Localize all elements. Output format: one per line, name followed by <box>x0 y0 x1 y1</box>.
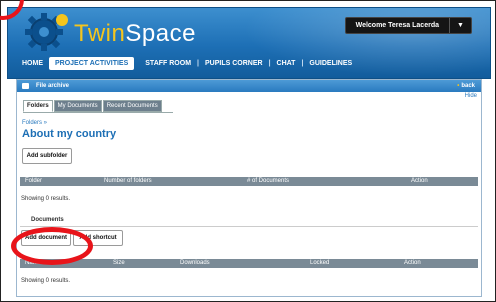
gear-logo-icon <box>25 13 68 51</box>
col-locked[interactable]: Locked <box>310 260 329 266</box>
col-folder[interactable]: Folder <box>25 178 42 184</box>
nav-staff-room[interactable]: STAFF ROOM <box>140 60 196 67</box>
col-num-documents[interactable]: # of Documents <box>247 178 289 184</box>
hide-link[interactable]: Hide <box>465 93 477 99</box>
nav-home[interactable]: HOME <box>16 57 49 70</box>
user-menu[interactable]: Welcome Teresa Lacerda ▼ <box>344 17 472 34</box>
documents-empty-text: Showing 0 results. <box>21 278 71 284</box>
main-nav: HOME PROJECT ACTIVITIES STAFF ROOM | PUP… <box>8 55 357 71</box>
page-title: About my country <box>22 128 117 140</box>
chevron-down-icon[interactable]: ▼ <box>449 18 471 33</box>
back-label: back <box>461 83 475 89</box>
nav-project-activities[interactable]: PROJECT ACTIVITIES <box>49 56 135 70</box>
panel-header: File archive • back <box>17 80 481 92</box>
back-dot: • <box>457 83 460 89</box>
col-size[interactable]: Size <box>113 260 125 266</box>
logo-twin: Twin <box>74 20 126 47</box>
welcome-text: Welcome Teresa Lacerda <box>355 22 439 29</box>
panel-title: File archive <box>36 83 70 89</box>
back-link[interactable]: • back <box>457 83 475 89</box>
nav-chat[interactable]: CHAT <box>272 60 301 67</box>
tab-recent-documents[interactable]: Recent Documents <box>102 100 162 112</box>
folder-icon <box>22 83 29 89</box>
breadcrumb[interactable]: Folders » <box>22 120 47 126</box>
logo-space: Space <box>125 20 196 47</box>
col-number-of-folders[interactable]: Number of folders <box>104 178 152 184</box>
col-action: Action <box>411 178 428 184</box>
col-downloads[interactable]: Downloads <box>180 260 210 266</box>
red-annotation-oval <box>11 227 93 265</box>
col-action: Action <box>404 260 421 266</box>
nav-guidelines[interactable]: GUIDELINES <box>304 60 357 67</box>
folders-empty-text: Showing 0 results. <box>21 196 71 202</box>
site-header: TwinSpace Welcome Teresa Lacerda ▼ HOME … <box>7 7 491 79</box>
folders-table-header: Folder Number of folders # of Documents … <box>20 177 478 186</box>
tab-my-documents[interactable]: My Documents <box>53 100 102 112</box>
documents-label: Documents <box>31 217 64 223</box>
logo-wordmark[interactable]: TwinSpace <box>74 20 196 48</box>
add-subfolder-button[interactable]: Add subfolder <box>22 148 72 164</box>
nav-pupils-corner[interactable]: PUPILS CORNER <box>200 60 268 67</box>
tab-bar: Folders My Documents Recent Documents <box>23 100 173 113</box>
file-archive-panel: File archive • back Hide Folders My Docum… <box>16 79 482 297</box>
screenshot-frame: TwinSpace Welcome Teresa Lacerda ▼ HOME … <box>0 0 496 302</box>
documents-table-header: Name Size Downloads Locked Action <box>20 259 478 268</box>
divider <box>20 226 478 227</box>
tab-folders[interactable]: Folders <box>23 100 53 112</box>
